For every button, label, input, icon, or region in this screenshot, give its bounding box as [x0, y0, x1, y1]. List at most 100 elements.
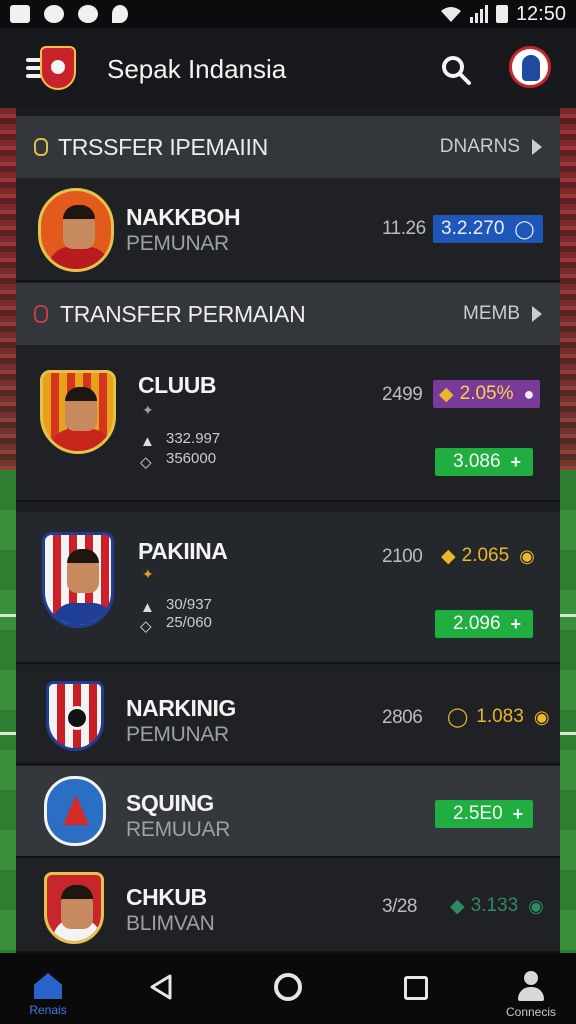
value-text: 3.133 [470, 895, 519, 916]
player-card[interactable]: NARKINIG PEMUNAR 2806 ◯ 1.083 ◉ [16, 665, 560, 765]
chevron-right-icon [532, 306, 542, 322]
nav-home[interactable]: Renais [20, 959, 76, 1017]
flag-icon: ✦ [142, 566, 154, 582]
player-card[interactable]: SQUING REMUUAR 2.5E0 + [16, 766, 560, 858]
ball-icon: ◉ [528, 895, 544, 916]
value-badge[interactable]: ◆ 3.133 ◉ [442, 892, 552, 920]
stat-value: 25/060 [166, 614, 212, 631]
shield-icon: ◯ [447, 706, 469, 728]
gem-icon: ◆ [439, 383, 454, 405]
nav-account-label: Connecis [505, 1005, 557, 1019]
flag-icon: ✦ [142, 402, 154, 418]
club-name: PAKIINA [138, 538, 228, 564]
club-crest [44, 872, 104, 944]
signal-icon [469, 5, 488, 23]
search-icon[interactable] [441, 55, 471, 85]
buy-button[interactable]: 2.096 + [435, 610, 533, 638]
price-text: 3.086 [453, 451, 501, 472]
player-card[interactable]: NAKKBOH PEMUNAR 11.26 3.2.270 ◯ [16, 178, 560, 282]
club-name: CHKUB [126, 884, 207, 910]
home-button-icon[interactable] [274, 973, 302, 1001]
price-text: 2.5E0 [453, 803, 503, 824]
club-crest [44, 776, 106, 846]
app-bar: Sepak Indansia [0, 28, 576, 108]
status-bar: 12:50 [0, 0, 576, 28]
player-number: 2806 [382, 707, 423, 728]
player-number: 3/28 [382, 896, 417, 917]
trophy-icon [34, 138, 48, 156]
pitch-background-right [558, 470, 576, 953]
ball-icon: ◉ [533, 706, 550, 727]
player-card[interactable]: CLUUB ✦ ▲ 332.997 ◇ 356000 2499 ◆ 2.05% … [16, 346, 560, 502]
diamond-icon: ◇ [140, 453, 152, 471]
recents-icon[interactable] [404, 976, 428, 1000]
club-crest [40, 370, 116, 454]
app-title: Sepak Indansia [107, 54, 287, 84]
value-badge[interactable]: ◯ 1.083 ◉ [439, 703, 558, 731]
stat-value: 332.997 [166, 430, 221, 447]
club-name: CLUUB [138, 372, 217, 398]
player-number: 2100 [382, 546, 423, 567]
stat-row: ▲ 30/937 [140, 596, 212, 616]
alarm-icon [78, 5, 98, 23]
gallery-icon [10, 5, 30, 23]
gem-icon: ◆ [441, 545, 456, 567]
player-number: 11.26 [382, 218, 426, 239]
plus-icon: + [512, 803, 524, 824]
bottom-navigation: Renais Connecis [0, 953, 576, 1024]
section-title: TRSSFER IPEMAIIN [58, 133, 268, 160]
nav-account[interactable]: Connecis [496, 961, 566, 1019]
emblem-triangle [63, 795, 89, 825]
player-role: REMUUAR [126, 818, 231, 841]
ball-notification-icon [44, 5, 64, 23]
stat-row: ▲ 332.997 [140, 430, 221, 450]
club-crest [38, 188, 114, 272]
clock: 12:50 [515, 2, 566, 25]
section-title: TRANSFER PERMAIAN [60, 300, 306, 327]
value-text: 2.05% [459, 383, 514, 404]
player-number: 2499 [382, 384, 423, 405]
section-more-link[interactable]: MEMB [463, 303, 520, 325]
back-icon[interactable] [148, 973, 174, 1001]
menu-button[interactable] [26, 46, 80, 90]
boot-icon: ▲ [140, 432, 155, 450]
stat-row: ◇ 25/060 [140, 614, 212, 635]
player-name: NAKKBOH [126, 204, 241, 230]
stat-value: 30/937 [166, 596, 212, 613]
section-more-link[interactable]: DNARNS [440, 136, 520, 158]
buy-button[interactable]: 3.086 + [435, 448, 533, 476]
ball-emblem [65, 706, 89, 730]
battery-icon [495, 5, 508, 23]
section-header-transfer[interactable]: TRSSFER IPEMAIIN DNARNS [16, 116, 560, 178]
plus-icon: + [510, 613, 522, 634]
home-icon [34, 973, 62, 999]
club-crest [46, 681, 104, 751]
value-badge[interactable]: 3.2.270 ◯ [433, 215, 543, 243]
value-text: 1.083 [476, 706, 524, 727]
value-badge[interactable]: ◆ 2.05% ● [433, 380, 541, 408]
boot-icon: ▲ [140, 598, 155, 616]
profile-avatar[interactable] [509, 46, 551, 88]
stat-row: ◇ 356000 [140, 450, 217, 471]
player-card[interactable]: PAKIINA ✦ ▲ 30/937 ◇ 25/060 2100 ◆ 2.065… [16, 512, 560, 664]
account-icon [516, 971, 546, 1001]
player-card[interactable]: CHKUB BLIMVAN 3/28 ◆ 3.133 ◉ [16, 858, 560, 953]
club-name: SQUING [126, 790, 214, 816]
app-logo [40, 46, 76, 90]
section-header-transfer-permaian[interactable]: TRANSFER PERMAIAN MEMB [16, 283, 560, 345]
value-text: 3.2.270 [441, 218, 505, 239]
ball-icon: ● [523, 383, 535, 404]
value-badge[interactable]: ◆ 2.065 ◉ [433, 542, 543, 570]
club-name: NARKINIG [126, 695, 236, 721]
chevron-right-icon [532, 139, 542, 155]
ball-icon: ◉ [519, 545, 535, 566]
plus-icon: + [510, 451, 522, 472]
player-role: PEMUNAR [126, 232, 229, 255]
location-icon [112, 5, 128, 23]
club-crest [42, 532, 114, 628]
stat-value: 356000 [166, 450, 217, 467]
diamond-icon: ◇ [140, 617, 152, 635]
gem-icon: ◆ [450, 895, 465, 917]
shield-outline-icon [34, 305, 48, 323]
buy-button[interactable]: 2.5E0 + [435, 800, 533, 828]
